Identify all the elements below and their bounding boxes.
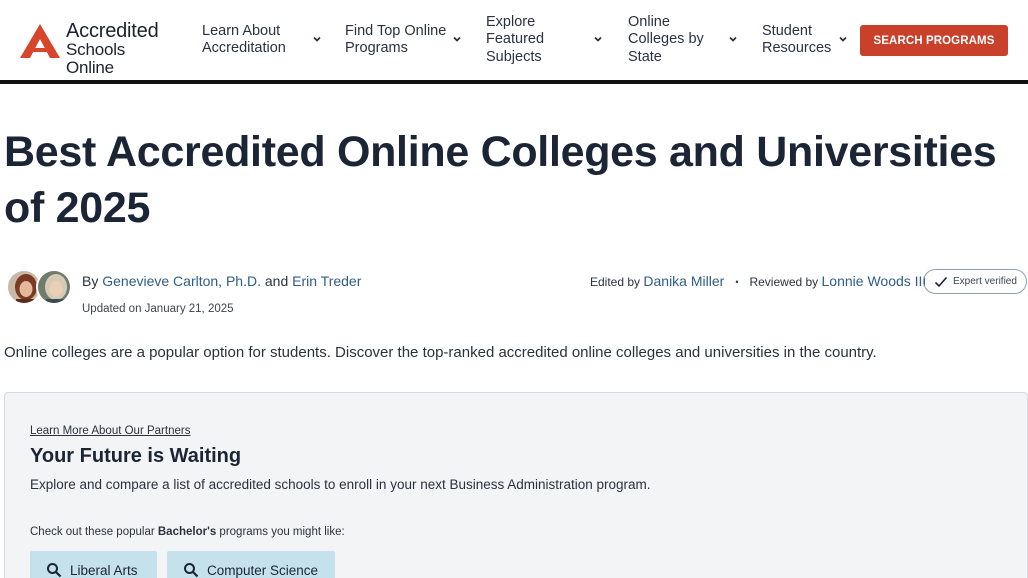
header-divider bbox=[0, 80, 1028, 84]
nav-student-resources[interactable]: Student Resources bbox=[762, 0, 856, 80]
popular-prefix: Check out these popular bbox=[30, 526, 155, 538]
partner-programs-box: Learn More About Our Partners Your Futur… bbox=[4, 392, 1028, 578]
program-button-liberal-arts[interactable]: Liberal Arts bbox=[30, 551, 157, 578]
triangle-a-logo-icon bbox=[20, 24, 60, 58]
updated-date: Updated on January 21, 2025 bbox=[82, 303, 234, 315]
logo-line-2: Schools Online bbox=[66, 40, 126, 77]
partner-heading: Your Future is Waiting bbox=[30, 445, 242, 467]
avatar[interactable] bbox=[36, 269, 72, 305]
chevron-down-icon bbox=[452, 34, 462, 44]
nav-explore-featured-subjects[interactable]: Explore Featured Subjects bbox=[486, 0, 610, 80]
reviewed-by-label: Reviewed by bbox=[749, 275, 819, 289]
partner-description: Explore and compare a list of accredited… bbox=[30, 477, 651, 492]
nav-label: Student Resources bbox=[762, 22, 832, 57]
site-header: Accredited Schools Online Learn About Ac… bbox=[0, 0, 1028, 80]
chevron-down-icon bbox=[728, 34, 738, 44]
chevron-down-icon bbox=[312, 34, 322, 44]
verified-label: Expert verified bbox=[953, 276, 1017, 287]
byline-prefix: By bbox=[82, 273, 99, 289]
search-icon bbox=[183, 562, 199, 578]
nav-label: Explore Featured Subjects bbox=[486, 13, 545, 65]
program-label: Liberal Arts bbox=[70, 562, 138, 578]
program-label: Computer Science bbox=[207, 562, 319, 578]
logo-wordmark: Accredited Schools Online bbox=[66, 20, 172, 77]
edited-by-label: Edited by bbox=[590, 275, 641, 289]
page-title: Best Accredited Online Colleges and Univ… bbox=[4, 128, 997, 232]
byline-joiner: and bbox=[264, 273, 289, 289]
search-icon bbox=[46, 562, 62, 578]
popular-suffix: programs you might like: bbox=[219, 526, 345, 538]
nav-find-top-online-programs[interactable]: Find Top Online Programs bbox=[345, 0, 471, 80]
nav-label: Online Colleges by State bbox=[628, 13, 704, 65]
author-link-genevieve-carlton[interactable]: Genevieve Carlton, Ph.D. bbox=[102, 273, 261, 289]
search-programs-button[interactable]: SEARCH PROGRAMS bbox=[860, 25, 1008, 56]
credit-separator: • bbox=[735, 277, 739, 287]
nav-label: Learn About Accreditation bbox=[202, 22, 286, 57]
expert-verified-badge[interactable]: Expert verified bbox=[923, 269, 1027, 294]
reviewer-link[interactable]: Lonnie Woods III bbox=[822, 273, 927, 289]
chevron-down-icon bbox=[838, 34, 848, 44]
checkmark-icon bbox=[934, 276, 948, 287]
chevron-down-icon bbox=[593, 34, 603, 44]
byline: By Genevieve Carlton, Ph.D. and Erin Tre… bbox=[82, 273, 361, 289]
author-link-erin-treder[interactable]: Erin Treder bbox=[292, 273, 361, 289]
site-logo[interactable]: Accredited Schools Online bbox=[20, 21, 172, 77]
learn-more-partners-link[interactable]: Learn More About Our Partners bbox=[30, 425, 190, 437]
nav-online-colleges-by-state[interactable]: Online Colleges by State bbox=[628, 0, 746, 80]
popular-degree: Bachelor's bbox=[157, 526, 217, 538]
author-avatars bbox=[6, 269, 76, 307]
program-button-computer-science[interactable]: Computer Science bbox=[167, 551, 335, 578]
popular-programs-label: Check out these popular Bachelor's progr… bbox=[30, 526, 345, 538]
editorial-credits: Edited by Danika Miller • Reviewed by Lo… bbox=[590, 273, 926, 289]
nav-learn-about-accreditation[interactable]: Learn About Accreditation bbox=[202, 0, 328, 80]
nav-label: Find Top Online Programs bbox=[345, 22, 447, 57]
logo-line-1: Accredited bbox=[66, 20, 159, 42]
editor-link[interactable]: Danika Miller bbox=[643, 273, 724, 289]
intro-paragraph: Online colleges are a popular option for… bbox=[4, 344, 877, 361]
